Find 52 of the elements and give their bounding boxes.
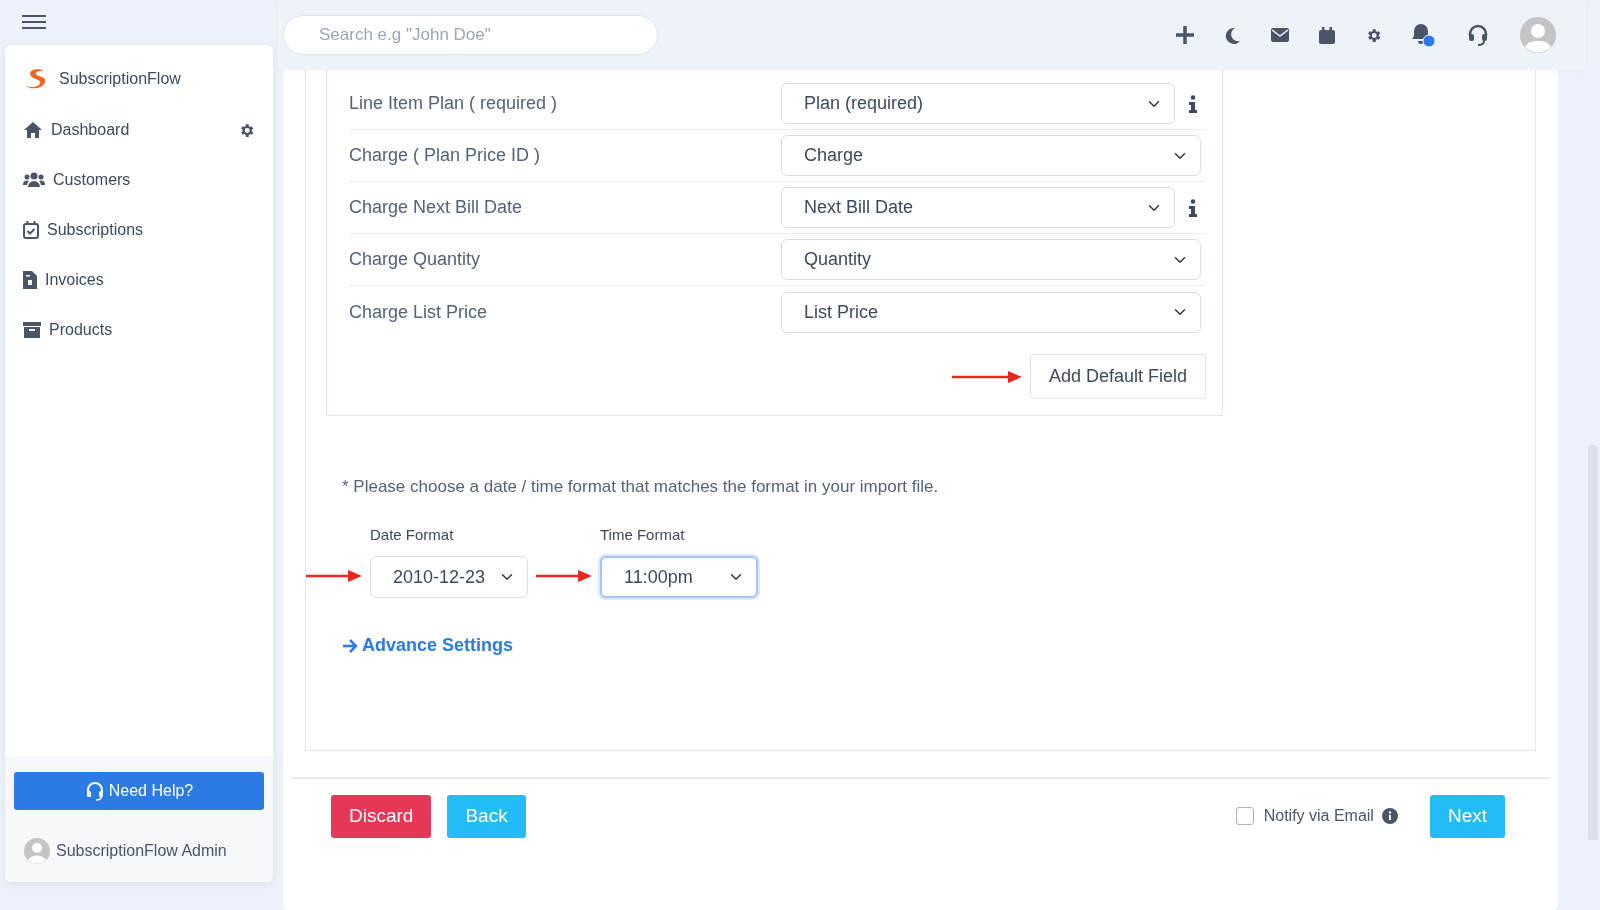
format-note: * Please choose a date / time format that matches the format in your import file. <box>342 476 940 498</box>
sidebar-item[interactable]: Invoices <box>5 255 273 305</box>
notify-checkbox[interactable] <box>1235 807 1254 826</box>
select-field[interactable]: 2010-12-23 <box>370 556 528 598</box>
avatar-icon <box>24 838 50 864</box>
select-field[interactable]: Next Bill Date <box>781 187 1175 228</box>
archive-icon <box>23 322 41 338</box>
invoice-icon <box>23 271 37 289</box>
settings-icon[interactable] <box>238 121 255 139</box>
calendar-icon[interactable] <box>1319 26 1335 44</box>
plus-icon[interactable] <box>1175 25 1195 45</box>
field-label: Charge ( Plan Price ID ) <box>349 144 542 167</box>
info-icon[interactable] <box>1188 198 1198 217</box>
mail-icon[interactable] <box>1271 28 1289 42</box>
field-label: Charge Next Bill Date <box>349 196 524 219</box>
select-field[interactable]: Quantity <box>781 239 1201 280</box>
field-label: Line Item Plan ( required ) <box>349 92 559 115</box>
annotation-arrow <box>536 570 592 582</box>
notify-label: Notify via Email <box>1263 806 1374 827</box>
moon-icon[interactable] <box>1225 26 1241 44</box>
menu-icon[interactable] <box>22 14 46 30</box>
need-help-button[interactable]: Need Help? <box>14 772 264 810</box>
headset-icon <box>84 781 105 801</box>
users-icon <box>23 172 45 188</box>
annotation-arrow <box>306 570 362 582</box>
field-label: Charge Quantity <box>349 248 482 271</box>
headset-icon[interactable] <box>1466 23 1490 47</box>
arrow-right-icon <box>342 637 358 654</box>
field-label: Charge List Price <box>349 300 489 324</box>
annotation-arrow <box>951 370 1022 383</box>
advance-settings-link[interactable]: Advance Settings <box>342 632 514 659</box>
sidebar-item[interactable]: Customers <box>5 155 273 205</box>
select-field[interactable]: Charge <box>781 135 1201 176</box>
sidebar-item[interactable]: Subscriptions <box>5 205 273 255</box>
settings-icon[interactable] <box>1365 26 1382 44</box>
select-field[interactable]: Plan (required) <box>781 83 1175 124</box>
home-icon <box>23 121 43 139</box>
select-field[interactable]: 11:00pm <box>600 556 758 598</box>
calendar-check-icon <box>23 221 39 239</box>
user-name: SubscriptionFlow Admin <box>56 841 227 861</box>
sidebar-item[interactable]: Products <box>5 305 273 355</box>
field-label: Date Format <box>370 524 455 545</box>
add-default-field-button[interactable]: Add Default Field <box>1029 354 1206 399</box>
sidebar-item[interactable]: Dashboard <box>5 105 273 155</box>
select-field[interactable]: List Price <box>781 291 1201 333</box>
brand-name: SubscriptionFlow <box>59 69 181 89</box>
field-label: Time Format <box>600 524 686 545</box>
info-icon[interactable] <box>1381 808 1398 825</box>
info-icon[interactable] <box>1188 94 1198 113</box>
discard-button[interactable]: Discard <box>331 795 432 838</box>
search-field[interactable]: Search e.g "John Doe" <box>283 15 658 55</box>
notification-bell-icon[interactable] <box>1412 22 1436 48</box>
